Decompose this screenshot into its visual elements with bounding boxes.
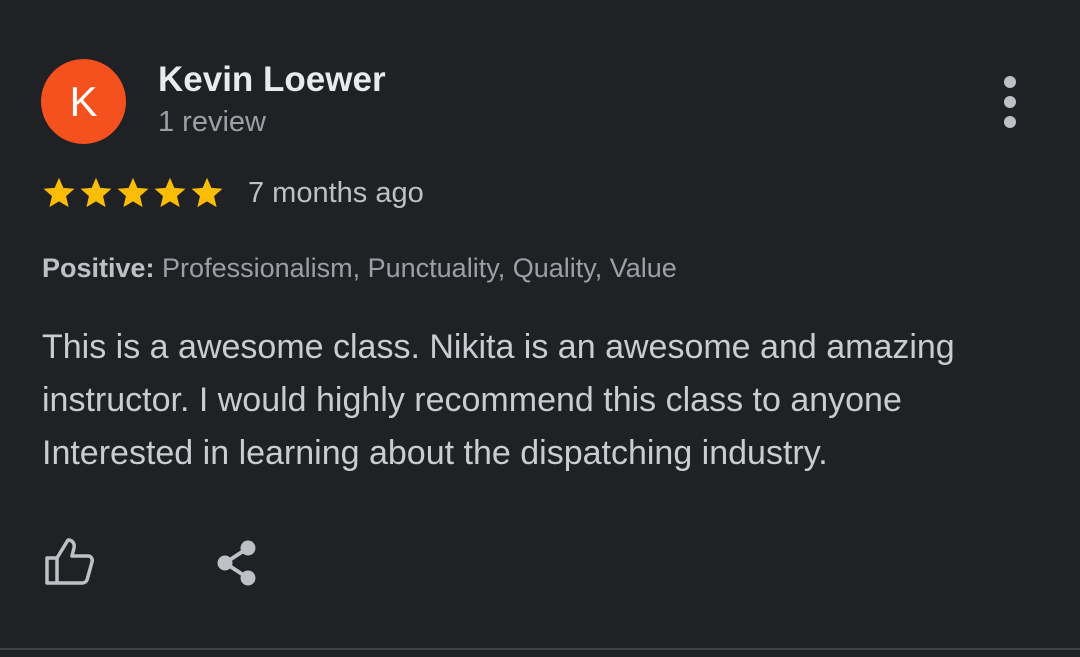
like-button[interactable] [42,535,96,587]
reviewer-review-count[interactable]: 1 review [158,102,266,142]
star-icon [191,177,223,208]
star-icon [154,177,186,208]
reviewer-name[interactable]: Kevin Loewer [158,58,386,102]
more-options-button[interactable] [990,76,1030,128]
review-time: 7 months ago [248,176,424,209]
rating-row: 7 months ago [41,172,424,214]
attributes-values: Professionalism, Punctuality, Quality, V… [154,253,677,283]
more-vertical-icon [1004,76,1016,88]
avatar-letter: K [69,77,98,125]
attributes-label: Positive: [42,253,155,283]
more-vertical-icon-dot [1004,96,1016,108]
share-button[interactable] [212,538,262,588]
thumbs-up-icon [45,538,94,585]
bottom-divider [0,648,1080,650]
avatar[interactable]: K [41,59,126,144]
star-icon [43,177,75,208]
review-attributes: Positive: Professionalism, Punctuality, … [42,250,677,286]
more-vertical-icon-dot [1004,116,1016,128]
review-card: K Kevin Loewer 1 review 7 months ago Pos… [0,0,1080,657]
share-icon [217,540,256,586]
star-icon [80,177,112,208]
review-text: This is a awesome class. Nikita is an aw… [42,328,955,472]
star-icon [117,177,149,208]
star-rating [41,175,226,211]
